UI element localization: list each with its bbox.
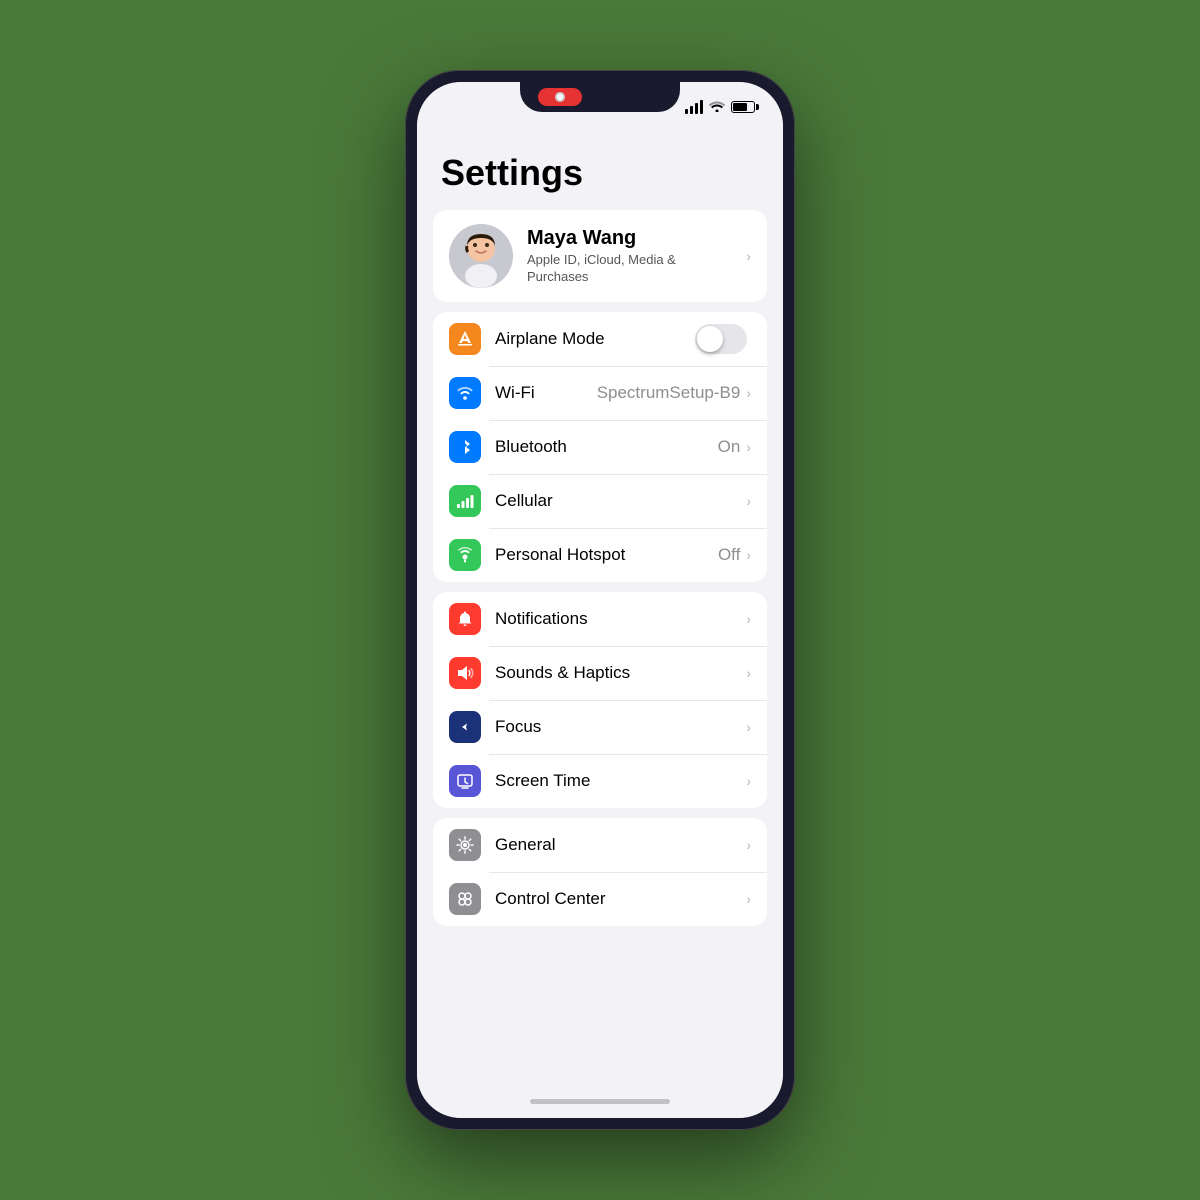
bluetooth-value: On xyxy=(718,437,741,457)
wifi-value: SpectrumSetup-B9 xyxy=(597,383,741,403)
sounds-label: Sounds & Haptics xyxy=(495,663,746,683)
bluetooth-label: Bluetooth xyxy=(495,437,718,457)
status-right xyxy=(685,99,755,115)
notifications-icon xyxy=(449,603,481,635)
bluetooth-icon xyxy=(449,431,481,463)
cellular-icon xyxy=(449,485,481,517)
airplane-mode-icon xyxy=(449,323,481,355)
focus-label: Focus xyxy=(495,717,746,737)
cellular-chevron: › xyxy=(746,493,751,509)
sounds-icon xyxy=(449,657,481,689)
screen-content[interactable]: Settings xyxy=(417,132,783,1084)
focus-row[interactable]: Focus › xyxy=(433,700,767,754)
screentime-chevron: › xyxy=(746,773,751,789)
control-center-chevron: › xyxy=(746,891,751,907)
profile-chevron: › xyxy=(746,248,751,264)
bluetooth-row[interactable]: Bluetooth On › xyxy=(433,420,767,474)
airplane-mode-label: Airplane Mode xyxy=(495,329,695,349)
focus-icon xyxy=(449,711,481,743)
notifications-label: Notifications xyxy=(495,609,746,629)
hotspot-chevron: › xyxy=(746,547,751,563)
connectivity-section: Airplane Mode Wi-Fi Spec xyxy=(433,312,767,582)
bluetooth-chevron: › xyxy=(746,439,751,455)
profile-row[interactable]: Maya Wang Apple ID, iCloud, Media & Purc… xyxy=(433,210,767,302)
home-indicator xyxy=(417,1084,783,1118)
phone-screen: Settings xyxy=(417,82,783,1118)
avatar xyxy=(449,224,513,288)
profile-name: Maya Wang xyxy=(527,227,732,250)
home-bar xyxy=(530,1099,670,1104)
wifi-label: Wi-Fi xyxy=(495,383,597,403)
wifi-icon xyxy=(709,99,725,115)
control-center-icon xyxy=(449,883,481,915)
general-label: General xyxy=(495,835,746,855)
signal-bars xyxy=(685,100,703,114)
control-center-row[interactable]: Control Center › xyxy=(433,872,767,926)
profile-subtitle: Apple ID, iCloud, Media & Purchases xyxy=(527,252,732,286)
notifications-row[interactable]: Notifications › xyxy=(433,592,767,646)
screentime-row[interactable]: Screen Time › xyxy=(433,754,767,808)
wifi-row[interactable]: Wi-Fi SpectrumSetup-B9 › xyxy=(433,366,767,420)
page-title: Settings xyxy=(417,132,783,210)
hotspot-row[interactable]: Personal Hotspot Off › xyxy=(433,528,767,582)
general-icon xyxy=(449,829,481,861)
notch xyxy=(520,82,680,112)
hotspot-icon xyxy=(449,539,481,571)
cellular-label: Cellular xyxy=(495,491,746,511)
cellular-row[interactable]: Cellular › xyxy=(433,474,767,528)
status-bar xyxy=(417,82,783,132)
general-chevron: › xyxy=(746,837,751,853)
wifi-setting-icon xyxy=(449,377,481,409)
battery-icon xyxy=(731,101,755,113)
profile-text: Maya Wang Apple ID, iCloud, Media & Purc… xyxy=(527,227,732,286)
sounds-row[interactable]: Sounds & Haptics › xyxy=(433,646,767,700)
profile-section: Maya Wang Apple ID, iCloud, Media & Purc… xyxy=(433,210,767,302)
notifications-section: Notifications › Sounds & Haptics › xyxy=(433,592,767,808)
airplane-mode-toggle[interactable] xyxy=(695,324,747,354)
wifi-chevron: › xyxy=(746,385,751,401)
sounds-chevron: › xyxy=(746,665,751,681)
hotspot-value: Off xyxy=(718,545,740,565)
airplane-mode-row[interactable]: Airplane Mode xyxy=(433,312,767,366)
camera-dot xyxy=(555,92,565,102)
screentime-label: Screen Time xyxy=(495,771,746,791)
phone-frame: Settings xyxy=(405,70,795,1130)
camera-pill xyxy=(538,88,582,106)
hotspot-label: Personal Hotspot xyxy=(495,545,718,565)
control-center-label: Control Center xyxy=(495,889,746,909)
focus-chevron: › xyxy=(746,719,751,735)
notifications-chevron: › xyxy=(746,611,751,627)
general-section: General › Control Center › xyxy=(433,818,767,926)
general-row[interactable]: General › xyxy=(433,818,767,872)
screentime-icon xyxy=(449,765,481,797)
